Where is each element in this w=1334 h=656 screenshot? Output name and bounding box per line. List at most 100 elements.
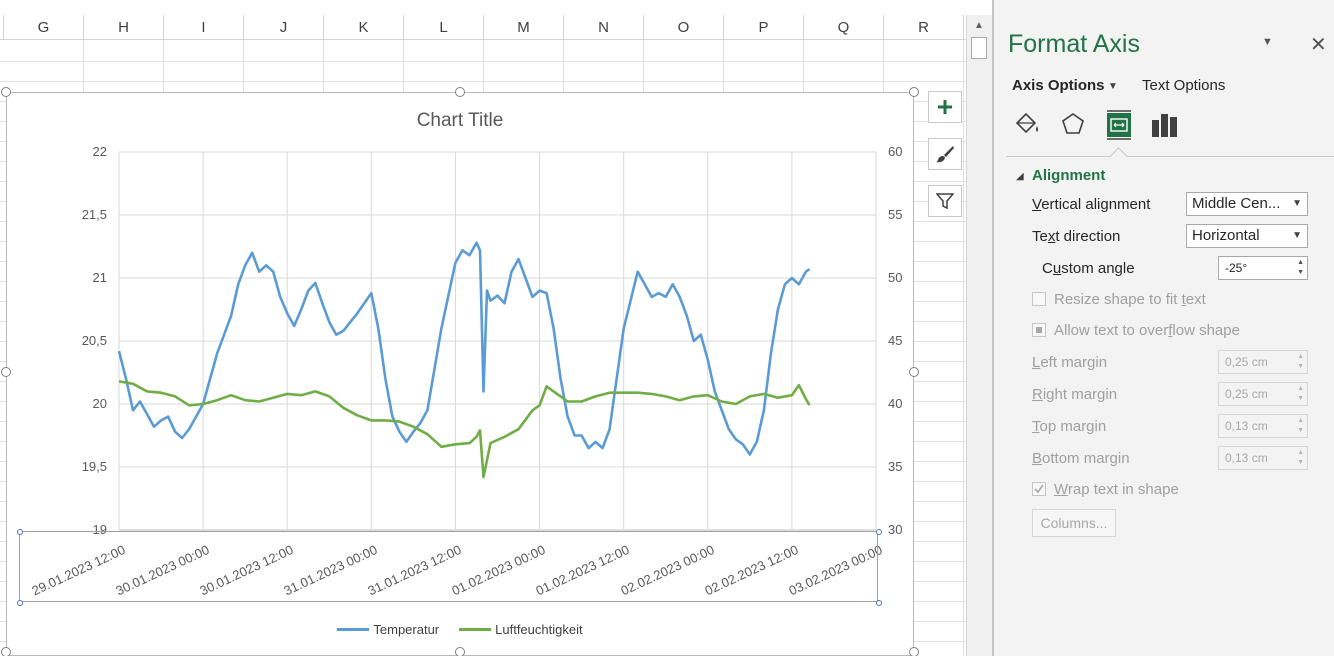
column-header-n[interactable]: N bbox=[564, 15, 644, 39]
column-header-p[interactable]: P bbox=[724, 15, 804, 39]
right-margin-spinner[interactable]: 0,25 cm ▲ ▼ bbox=[1218, 382, 1308, 406]
left-axis-tick-label: 20,5 bbox=[81, 333, 107, 348]
resize-handle-bottom-right[interactable] bbox=[909, 647, 919, 656]
axis-selection-handle[interactable] bbox=[17, 529, 23, 535]
legend-item-luftfeuchtigkeit[interactable]: Luftfeuchtigkeit bbox=[459, 622, 583, 637]
collapse-triangle-icon[interactable]: ◢ bbox=[1016, 171, 1024, 182]
right-axis-tick-label: 40 bbox=[888, 396, 903, 411]
column-header-i[interactable]: I bbox=[164, 15, 244, 39]
resize-shape-checkbox[interactable] bbox=[1032, 292, 1046, 306]
effects-pentagon-icon[interactable] bbox=[1058, 110, 1088, 140]
grid-line bbox=[963, 40, 964, 656]
fill-line-icon[interactable] bbox=[1012, 110, 1042, 140]
right-margin-value: 0,25 cm bbox=[1225, 387, 1268, 401]
scroll-up-arrow-icon[interactable]: ▲ bbox=[971, 18, 987, 34]
left-margin-spinner[interactable]: 0,25 cm ▲ ▼ bbox=[1218, 350, 1308, 374]
chart-legend[interactable]: Temperatur Luftfeuchtigkeit bbox=[7, 619, 913, 637]
spinner-arrows-icon[interactable]: ▲ ▼ bbox=[1297, 352, 1304, 372]
left-axis-tick-label: 22 bbox=[92, 144, 107, 159]
resize-handle-bottom-left[interactable] bbox=[1, 647, 11, 656]
top-margin-label: Top margin bbox=[1032, 418, 1107, 435]
bottom-margin-value: 0,13 cm bbox=[1225, 451, 1268, 465]
right-axis-tick-label: 60 bbox=[888, 144, 903, 159]
resize-shape-label: Resize shape to fit text bbox=[1054, 291, 1206, 308]
chevron-down-icon[interactable]: ▼ bbox=[1108, 81, 1118, 92]
resize-handle-top-center[interactable] bbox=[455, 87, 465, 97]
resize-handle-middle-left[interactable] bbox=[1, 367, 11, 377]
chart-area[interactable]: Chart Title 19 30 19,5 35 20 40 20,5 45 21 50 21,5… bbox=[6, 92, 914, 656]
right-axis-tick-label: 55 bbox=[888, 207, 903, 222]
caret-down-icon[interactable]: ▼ bbox=[1262, 36, 1273, 48]
series-line-temperatur[interactable] bbox=[117, 241, 811, 456]
left-axis-tick-label: 19,5 bbox=[81, 459, 107, 474]
axis-selection-handle[interactable] bbox=[876, 600, 882, 606]
tab-axis-options[interactable]: Axis Options bbox=[1012, 77, 1105, 94]
legend-swatch bbox=[459, 628, 492, 631]
allow-overflow-checkbox[interactable] bbox=[1032, 323, 1046, 337]
section-alignment[interactable]: Alignment bbox=[1032, 167, 1105, 184]
size-properties-icon[interactable] bbox=[1104, 110, 1134, 140]
column-header-k[interactable]: K bbox=[324, 15, 404, 39]
right-axis-tick-label: 30 bbox=[888, 522, 903, 537]
spinner-arrows-icon[interactable]: ▲ ▼ bbox=[1297, 384, 1304, 404]
column-header-j[interactable]: J bbox=[244, 15, 324, 39]
spinner-arrows-icon[interactable]: ▲ ▼ bbox=[1297, 416, 1304, 436]
spinner-arrows-icon[interactable]: ▲ ▼ bbox=[1297, 258, 1304, 278]
column-header-h[interactable]: H bbox=[84, 15, 164, 39]
bottom-margin-spinner[interactable]: 0,13 cm ▲ ▼ bbox=[1218, 446, 1308, 470]
chevron-down-icon: ▼ bbox=[1292, 198, 1302, 209]
custom-angle-spinner[interactable]: -25° ▲ ▼ bbox=[1218, 256, 1308, 280]
pane-divider bbox=[1006, 156, 1334, 157]
checkbox-indeterminate-mark bbox=[1036, 327, 1042, 333]
chevron-down-icon: ▼ bbox=[1292, 230, 1302, 241]
vertical-alignment-dropdown[interactable]: Middle Cen... ▼ bbox=[1186, 192, 1308, 216]
axis-options-bars-icon[interactable] bbox=[1150, 110, 1180, 140]
scroll-thumb[interactable] bbox=[971, 37, 987, 59]
column-header-o[interactable]: O bbox=[644, 15, 724, 39]
column-header-l[interactable]: L bbox=[404, 15, 484, 39]
axis-selection-handle[interactable] bbox=[17, 600, 23, 606]
close-icon[interactable]: ✕ bbox=[1310, 32, 1327, 57]
chart-elements-button[interactable] bbox=[928, 91, 962, 123]
legend-swatch bbox=[337, 628, 370, 631]
axis-selection-handle[interactable] bbox=[876, 529, 882, 535]
vertical-alignment-label: Vertical alignment bbox=[1032, 196, 1151, 213]
column-header-g[interactable]: G bbox=[4, 15, 84, 39]
custom-angle-value: -25° bbox=[1225, 261, 1248, 275]
columns-button[interactable]: Columns... bbox=[1032, 509, 1116, 537]
wrap-text-checkbox[interactable] bbox=[1032, 482, 1046, 496]
worksheet[interactable]: GHIJKLMNOPQR Chart Title 19 30 19,5 35 20 40 2… bbox=[0, 0, 966, 656]
left-margin-value: 0,25 cm bbox=[1225, 355, 1268, 369]
column-header-q[interactable]: Q bbox=[804, 15, 884, 39]
vertical-scrollbar[interactable]: ▲ bbox=[966, 15, 992, 656]
spinner-arrows-icon[interactable]: ▲ ▼ bbox=[1297, 448, 1304, 468]
text-direction-value: Horizontal bbox=[1192, 227, 1260, 244]
legend-item-temperatur[interactable]: Temperatur bbox=[337, 622, 439, 637]
left-axis-tick-label: 21,5 bbox=[81, 207, 107, 222]
chart-filters-button[interactable] bbox=[928, 185, 962, 217]
text-direction-dropdown[interactable]: Horizontal ▼ bbox=[1186, 224, 1308, 248]
custom-angle-label: Custom angle bbox=[1042, 260, 1135, 277]
right-axis-tick-label: 50 bbox=[888, 270, 903, 285]
bottom-margin-label: Bottom margin bbox=[1032, 450, 1130, 467]
column-header-r[interactable]: R bbox=[884, 15, 964, 39]
plus-icon bbox=[938, 100, 952, 114]
legend-label: Temperatur bbox=[373, 622, 440, 637]
resize-handle-top-right[interactable] bbox=[909, 87, 919, 97]
chart-styles-button[interactable] bbox=[928, 138, 962, 170]
top-margin-spinner[interactable]: 0,13 cm ▲ ▼ bbox=[1218, 414, 1308, 438]
resize-handle-middle-right[interactable] bbox=[909, 367, 919, 377]
column-header-m[interactable]: M bbox=[484, 15, 564, 39]
grid-line bbox=[0, 61, 966, 62]
left-margin-label: Left margin bbox=[1032, 354, 1108, 371]
resize-handle-bottom-center[interactable] bbox=[455, 647, 465, 656]
filter-icon bbox=[936, 193, 954, 210]
paintbrush-icon bbox=[936, 146, 954, 163]
checkmark-icon bbox=[1034, 484, 1044, 494]
resize-handle-top-left[interactable] bbox=[1, 87, 11, 97]
horizontal-axis-selection[interactable] bbox=[17, 529, 882, 606]
right-margin-label: Right margin bbox=[1032, 386, 1118, 403]
tab-text-options[interactable]: Text Options bbox=[1142, 77, 1225, 94]
series-line-luftfeuchtigkeit[interactable] bbox=[118, 380, 811, 479]
wrap-text-label: Wrap text in shape bbox=[1054, 481, 1179, 498]
